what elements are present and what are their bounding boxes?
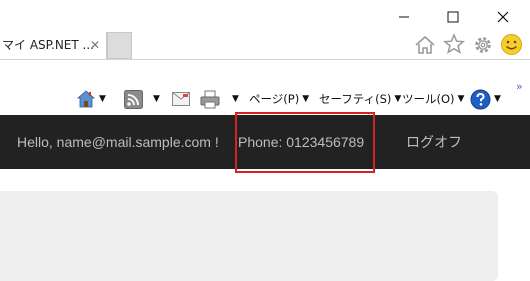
close-icon [497,11,509,23]
smiley-icon [501,34,522,55]
tools-menu[interactable]: ツール(O) ▼ [402,88,464,110]
favorites-button[interactable] [442,33,466,55]
home-button[interactable] [414,34,436,56]
safety-dropdown-arrow: ▼ [394,94,402,104]
mail-button[interactable] [172,88,190,110]
maximize-icon [447,11,459,23]
safety-menu[interactable]: セーフティ(S) ▼ [319,88,401,110]
help-menu[interactable]: ▼ [470,88,501,110]
jumbotron-panel [0,191,498,281]
page-menu[interactable]: ページ(P) ▼ [249,88,309,110]
browser-tab[interactable]: マイ ASP.NET ... ✕ [0,32,107,59]
home-icon [415,35,435,54]
star-icon [442,33,466,54]
phone-highlight-box [235,112,375,173]
help-dropdown-arrow[interactable]: ▼ [494,94,501,104]
feedback-smiley-button[interactable] [500,33,523,56]
home-menu[interactable]: ▼ [76,88,106,110]
minimize-button[interactable] [392,6,416,28]
more-commands-button[interactable]: » [516,80,523,93]
tools-menu-label: ツール(O) [402,92,455,106]
mail-icon [172,92,190,106]
tools-dropdown-arrow: ▼ [457,94,465,104]
page-menu-label: ページ(P) [249,92,300,106]
print-dropdown-arrow[interactable]: ▼ [232,94,239,104]
minimize-icon [399,16,409,18]
logoff-link[interactable]: ログオフ [406,115,462,169]
help-icon [470,89,491,109]
tab-close-button[interactable]: ✕ [90,32,100,59]
home-dropdown-arrow[interactable]: ▼ [99,94,106,104]
safety-menu-label: セーフティ(S) [319,92,392,106]
page-dropdown-arrow: ▼ [302,94,310,104]
feeds-menu[interactable]: ▼ [124,88,160,110]
gear-icon [475,37,491,53]
hello-user-link[interactable]: Hello, name@mail.sample.com ! [17,115,219,169]
home-icon [76,90,96,108]
maximize-button[interactable] [441,6,465,28]
print-menu[interactable]: ▼ [200,88,239,110]
rss-icon [124,89,143,109]
tab-divider [0,59,530,60]
tab-title: マイ ASP.NET ... [2,38,94,52]
tools-gear-button[interactable] [472,34,494,56]
close-window-button[interactable] [491,6,515,28]
new-tab-button[interactable] [107,32,132,59]
printer-icon [200,90,220,108]
feeds-dropdown-arrow[interactable]: ▼ [153,94,160,104]
